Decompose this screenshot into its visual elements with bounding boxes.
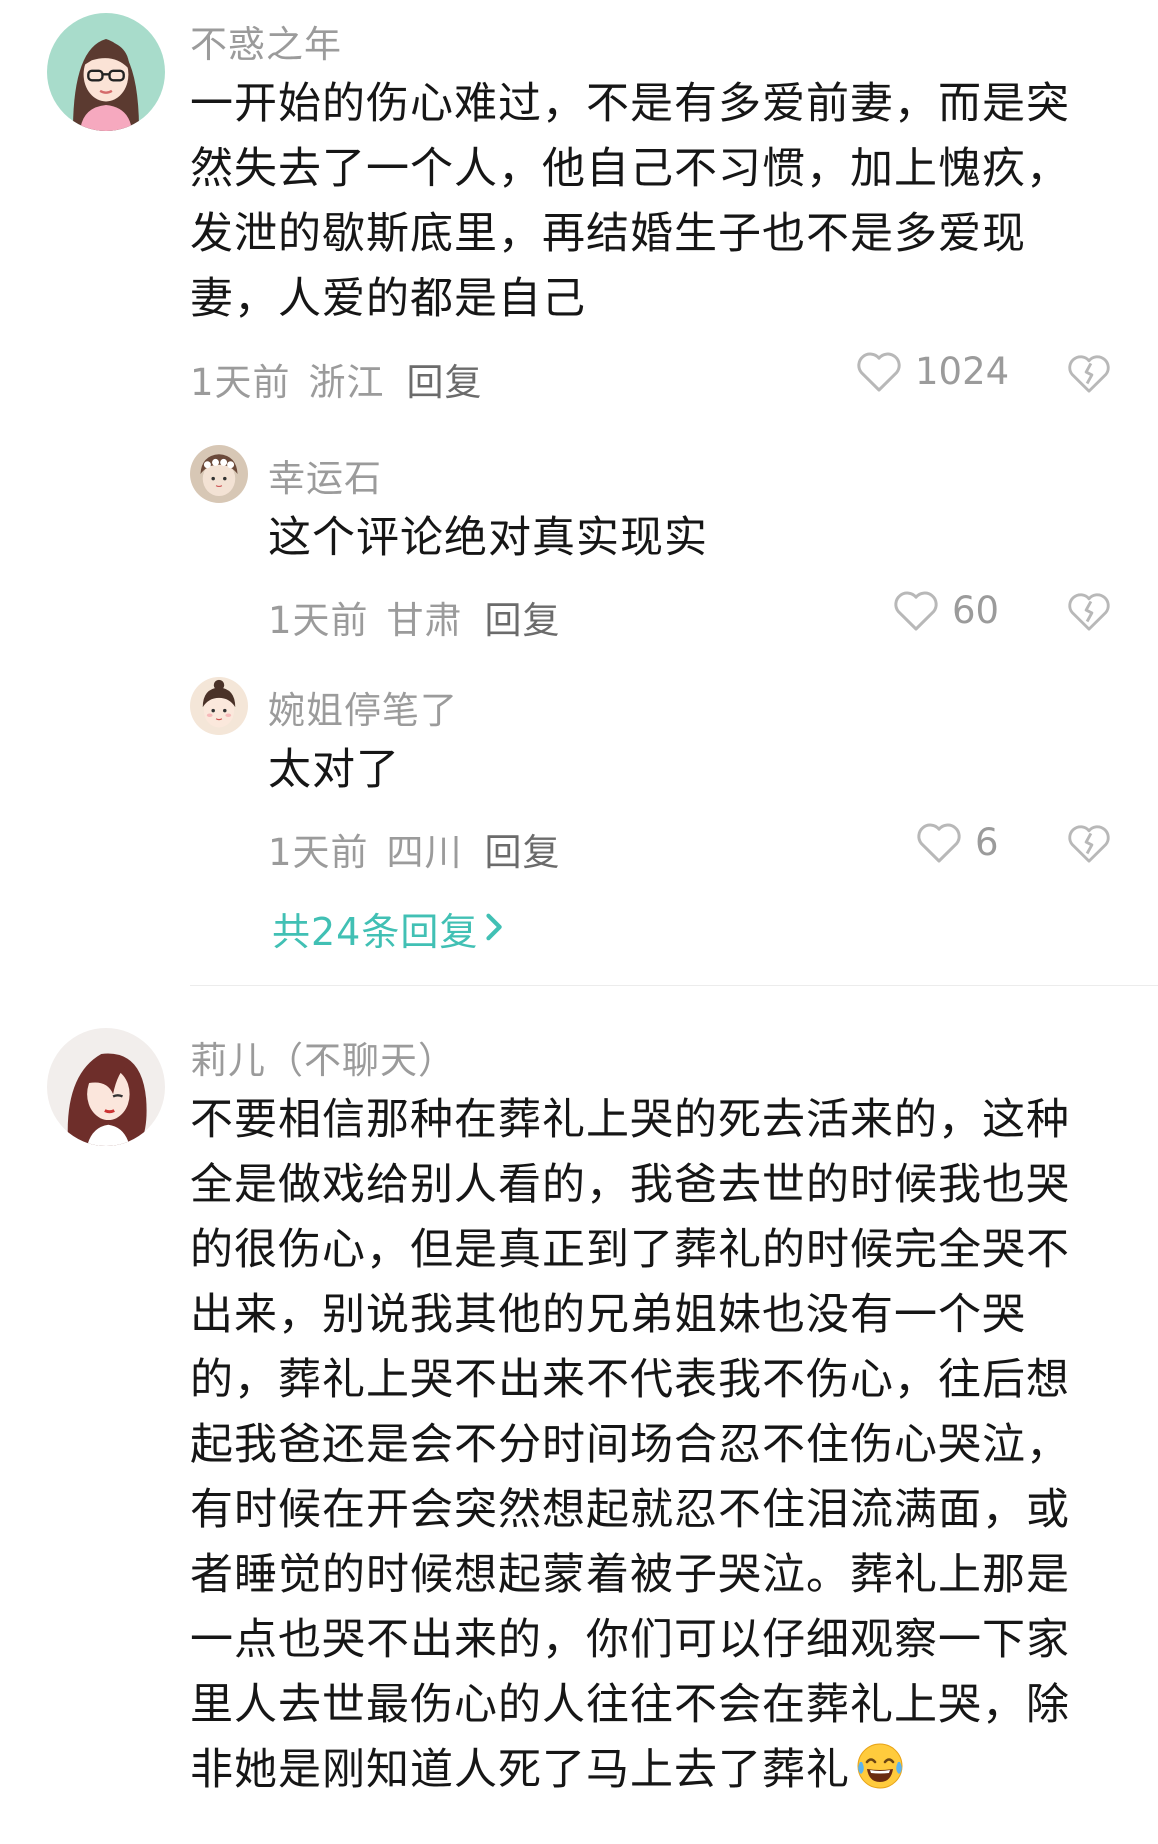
heart-outline-icon (855, 349, 903, 393)
comment-text-line: 然失去了一个人，他自己不习惯，加上愧疚， (190, 144, 1070, 194)
heart-outline-icon (892, 588, 940, 632)
like-button[interactable]: 60 (892, 588, 999, 632)
dislike-button[interactable] (1066, 590, 1112, 632)
reply-location: 甘肃 (386, 599, 463, 642)
comment-meta: 1天前 浙江 回复 (190, 352, 483, 406)
comment-text-line: 里人去世最伤心的人往往不会在葬礼上哭，除 (190, 1680, 1070, 1730)
broken-heart-icon (1066, 352, 1112, 394)
tears-of-joy-emoji (854, 1740, 906, 1792)
like-count: 6 (975, 820, 999, 864)
comment-text-line: 起我爸还是会不分时间场合忍不住伤心哭泣， (190, 1420, 1070, 1470)
comment-text-line: 不要相信那种在葬礼上哭的死去活来的，这种 (190, 1095, 1070, 1145)
like-button[interactable]: 6 (915, 820, 999, 864)
like-button[interactable]: 1024 (855, 349, 1009, 393)
comment-text-line: 妻，人爱的都是自己 (190, 274, 586, 324)
reply-author-name[interactable]: 婉姐停笔了 (268, 680, 458, 734)
reply-button[interactable]: 回复 (485, 590, 561, 644)
reply-author-name[interactable]: 幸运石 (268, 448, 382, 502)
comment-text: 一开始的伤心难过，不是有多爱前妻，而是突 然失去了一个人，他自己不习惯，加上愧疚… (190, 72, 1070, 332)
avatar[interactable] (47, 1028, 165, 1146)
comment-author-name[interactable]: 莉儿（不聊天） (190, 1030, 456, 1084)
avatar[interactable] (47, 13, 165, 131)
reply-text: 太对了 (268, 745, 400, 795)
comment-text-line: 一点也哭不出来的，你们可以仔细观察一下家 (190, 1615, 1070, 1665)
comment-text-line: 全是做戏给别人看的，我爸去世的时候我也哭 (190, 1160, 1070, 1210)
comment-text-line: 有时候在开会突然想起就忍不住泪流满面，或 (190, 1485, 1070, 1535)
comment-location: 浙江 (308, 361, 385, 404)
more-replies-link[interactable]: 共24条回复 (272, 901, 506, 956)
comment-author-name[interactable]: 不惑之年 (190, 14, 342, 68)
avatar[interactable] (190, 445, 248, 503)
comment-text-line: 一开始的伤心难过，不是有多爱前妻，而是突 (190, 79, 1070, 129)
reply-meta: 1天前 四川 回复 (268, 822, 561, 876)
comment-text-line: 的，葬礼上哭不出来不代表我不伤心，往后想 (190, 1355, 1070, 1405)
chevron-right-icon (484, 907, 506, 951)
broken-heart-icon (1066, 822, 1112, 864)
comment-text-line: 发泄的歇斯底里，再结婚生子也不是多爱现 (190, 209, 1026, 259)
comment-text-last-line: 非她是刚知道人死了马上去了葬礼 (190, 1738, 1070, 1803)
comment-text: 不要相信那种在葬礼上哭的死去活来的，这种 全是做戏给别人看的，我爸去世的时候我也… (190, 1088, 1070, 1803)
reply-time: 1天前 (268, 599, 369, 642)
dislike-button[interactable] (1066, 822, 1112, 864)
comment-text-line: 出来，别说我其他的兄弟姐妹也没有一个哭 (190, 1290, 1026, 1340)
broken-heart-icon (1066, 590, 1112, 632)
dislike-button[interactable] (1066, 352, 1112, 394)
comment-text-line: 者睡觉的时候想起蒙着被子哭泣。葬礼上那是 (190, 1550, 1070, 1600)
reply-button[interactable]: 回复 (407, 352, 483, 406)
like-count: 60 (952, 588, 1000, 632)
more-replies-label: 共24条回复 (272, 910, 479, 954)
comment-divider (190, 985, 1158, 986)
heart-outline-icon (915, 820, 963, 864)
avatar[interactable] (190, 677, 248, 735)
comment-text-line: 非她是刚知道人死了马上去了葬礼 (190, 1745, 850, 1795)
comment-time: 1天前 (190, 361, 291, 404)
reply-time: 1天前 (268, 831, 369, 874)
reply-meta: 1天前 甘肃 回复 (268, 590, 561, 644)
reply-text: 这个评论绝对真实现实 (268, 513, 708, 563)
reply-location: 四川 (386, 831, 463, 874)
reply-button[interactable]: 回复 (485, 822, 561, 876)
comment-text-line: 的很伤心，但是真正到了葬礼的时候完全哭不 (190, 1225, 1070, 1275)
like-count: 1024 (915, 349, 1010, 393)
